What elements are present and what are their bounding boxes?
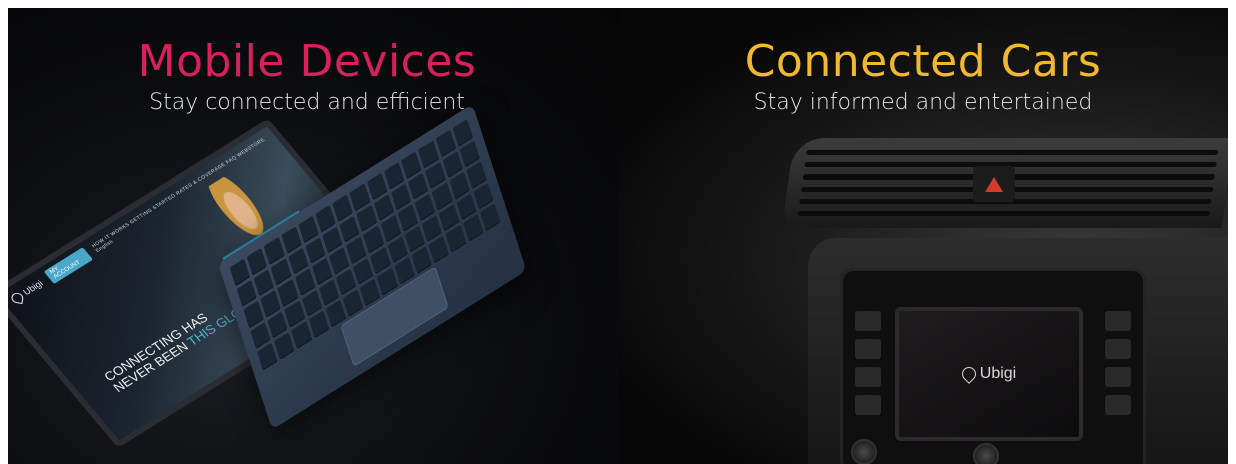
head-unit: Ubigi [840, 268, 1146, 464]
keyboard-key [257, 343, 278, 371]
location-pin-icon [10, 291, 24, 304]
promo-banner: Mobile Devices Stay connected and effici… [8, 8, 1228, 464]
car-screen-brand-text: Ubigi [979, 365, 1017, 382]
mobile-devices-title: Mobile Devices [137, 36, 477, 87]
car-screen-logo: Ubigi [958, 364, 1017, 384]
keyboard-key [308, 310, 330, 339]
left-side-buttons [855, 311, 881, 415]
location-pin-icon [958, 364, 979, 384]
keyboard-key [462, 214, 484, 242]
keyboard-key [428, 235, 450, 264]
keyboard-key [480, 203, 501, 232]
connected-cars-panel: Ubigi Connected Cars Stay informed and e… [618, 8, 1228, 464]
volume-knob [851, 439, 877, 464]
laptop-illustration: Ubigi MY ACCOUNT HOW IT WORKS GETTING ST… [8, 104, 548, 464]
connected-cars-title: Connected Cars [744, 36, 1102, 87]
keyboard-key [445, 225, 467, 253]
hazard-warning-icon [985, 176, 1003, 192]
hazard-button [973, 166, 1015, 202]
mobile-devices-subtitle: Stay connected and efficient [149, 90, 465, 115]
keyboard-key [291, 321, 312, 350]
connected-cars-subtitle: Stay informed and entertained [753, 90, 1093, 115]
mobile-devices-panel: Mobile Devices Stay connected and effici… [8, 8, 618, 464]
tuning-knob [973, 443, 999, 464]
keyboard-key [274, 332, 295, 360]
right-side-buttons [1105, 311, 1131, 415]
infotainment-screen: Ubigi [895, 307, 1083, 441]
laptop-brand-text: Ubigi [21, 278, 45, 298]
center-console: Ubigi [808, 238, 1228, 464]
